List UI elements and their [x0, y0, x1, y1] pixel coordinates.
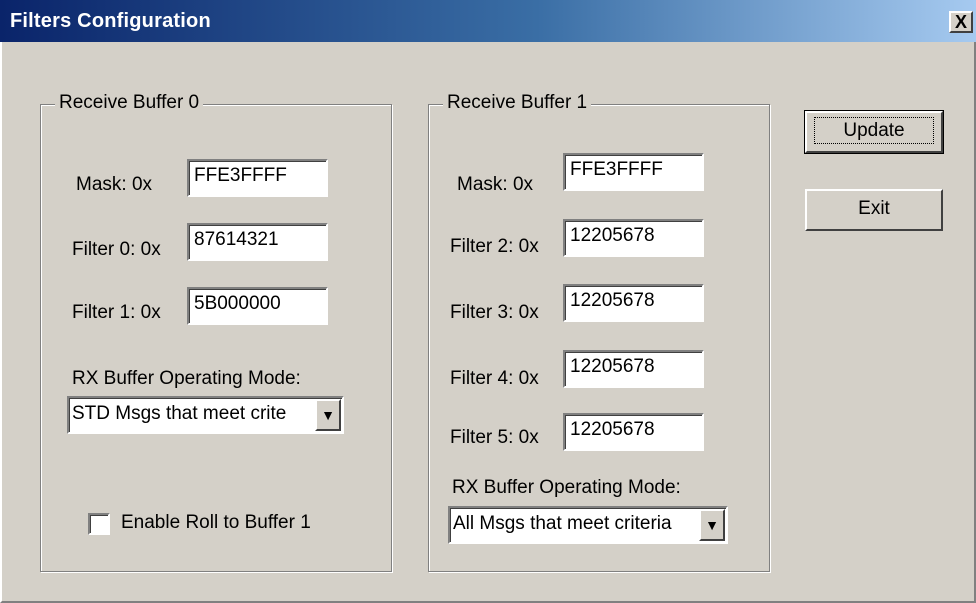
window-title: Filters Configuration — [10, 10, 211, 32]
filter-1-field[interactable]: 5B000000 — [186, 286, 329, 326]
filter-2-label: Filter 2: 0x — [450, 236, 539, 257]
rx-mode-select[interactable]: STD Msgs that meet crite ▼ — [67, 396, 344, 434]
update-button-label: Update — [814, 117, 934, 144]
mask-field[interactable]: FFE3FFFF — [562, 152, 705, 192]
close-icon: X — [954, 12, 967, 32]
chevron-down-icon[interactable]: ▼ — [699, 509, 725, 541]
chevron-down-icon[interactable]: ▼ — [315, 399, 341, 431]
rx-mode-label: RX Buffer Operating Mode: — [452, 477, 681, 498]
filter-3-field[interactable]: 12205678 — [562, 283, 705, 323]
enable-roll-checkbox[interactable] — [88, 513, 110, 535]
mask-label: Mask: 0x — [457, 174, 534, 195]
enable-roll-label: Enable Roll to Buffer 1 — [121, 512, 311, 533]
mask-label: Mask: 0x — [76, 174, 153, 195]
filter-0-label: Filter 0: 0x — [72, 239, 161, 260]
filter-3-label: Filter 3: 0x — [450, 302, 539, 323]
filter-4-label: Filter 4: 0x — [450, 368, 539, 389]
update-button[interactable]: Update — [804, 110, 944, 154]
filter-5-label: Filter 5: 0x — [450, 427, 539, 448]
mask-field[interactable]: FFE3FFFF — [186, 158, 329, 198]
title-bar[interactable]: Filters Configuration X — [0, 0, 976, 42]
filter-2-field[interactable]: 12205678 — [562, 218, 705, 258]
rx-mode-value: STD Msgs that meet crite — [72, 403, 287, 424]
filter-5-field[interactable]: 12205678 — [562, 412, 705, 452]
filter-0-field[interactable]: 87614321 — [186, 222, 329, 262]
rx-mode-value: All Msgs that meet criteria — [453, 513, 672, 534]
rx-mode-select[interactable]: All Msgs that meet criteria ▼ — [448, 506, 728, 544]
filter-1-label: Filter 1: 0x — [72, 302, 161, 323]
exit-button[interactable]: Exit — [805, 189, 943, 231]
filter-4-field[interactable]: 12205678 — [562, 349, 705, 389]
exit-button-label: Exit — [858, 198, 890, 219]
rx-mode-label: RX Buffer Operating Mode: — [72, 368, 301, 389]
close-button[interactable]: X — [949, 11, 973, 33]
receive-buffer-0-label: Receive Buffer 0 — [55, 92, 204, 114]
receive-buffer-1-label: Receive Buffer 1 — [443, 92, 592, 114]
